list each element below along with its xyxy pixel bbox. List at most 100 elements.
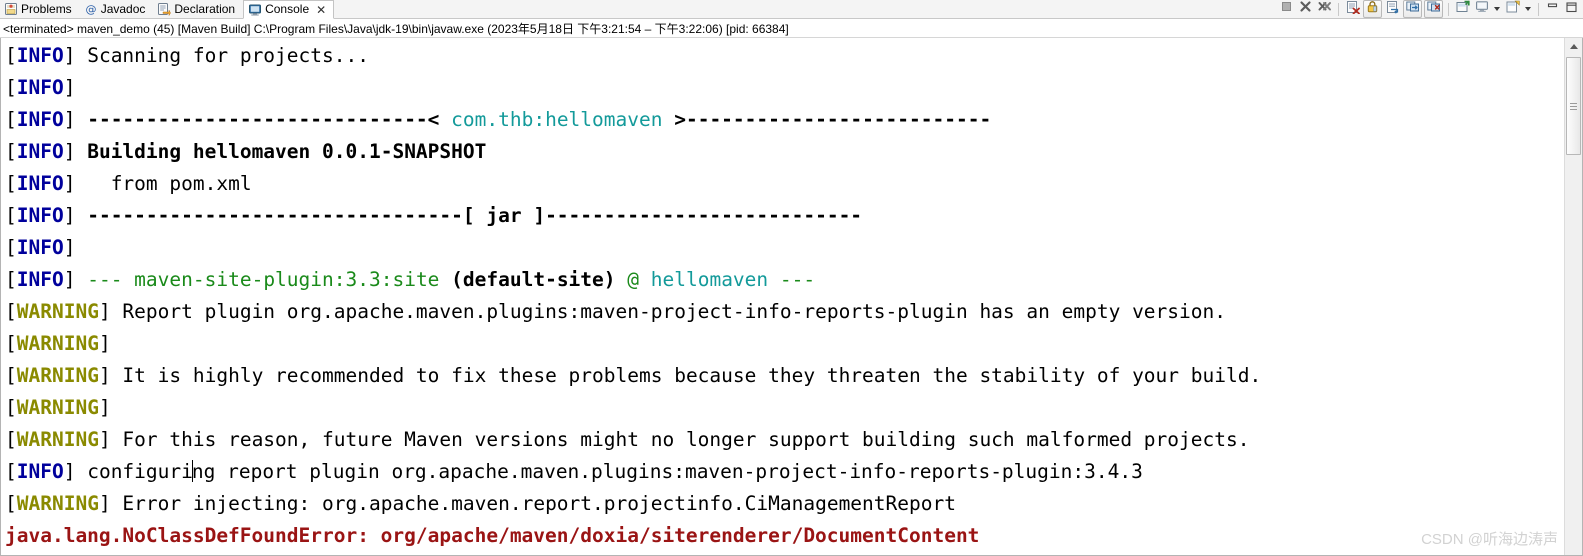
console-line-segment: ng report plugin org.apache.maven.plugin… xyxy=(191,460,1143,483)
console-line-level: WARNING xyxy=(16,332,99,355)
open-console-dropdown[interactable] xyxy=(1525,7,1531,11)
tab-declaration[interactable]: Declaration xyxy=(153,0,243,18)
console-line: [INFO] Building hellomaven 0.0.1-SNAPSHO… xyxy=(5,136,1564,168)
word-wrap-icon xyxy=(1386,0,1400,19)
console-line: [WARNING] It is highly recommended to fi… xyxy=(5,360,1564,392)
show-console-error-icon xyxy=(1426,0,1441,18)
tab-console[interactable]: Console ✕ xyxy=(243,0,335,19)
console-line: [WARNING] For this reason, future Maven … xyxy=(5,424,1564,456)
clear-console-button[interactable] xyxy=(1344,0,1361,19)
scroll-up-button[interactable] xyxy=(1565,38,1582,55)
display-selected-console-dropdown[interactable] xyxy=(1494,7,1500,11)
console-line-bracket-close: ] xyxy=(98,364,111,387)
console-line-bracket-open: [ xyxy=(5,172,17,195)
console-line-bracket-open: [ xyxy=(5,204,17,227)
remove-launch-button[interactable] xyxy=(1297,1,1314,17)
console-line-level: INFO xyxy=(16,76,64,99)
maximize-icon xyxy=(1565,0,1578,18)
console-line-segment: Building hellomaven 0.0.1-SNAPSHOT xyxy=(75,140,487,163)
console-line-bracket-open: [ xyxy=(5,108,17,131)
toolbar-separator-2 xyxy=(1448,2,1449,16)
stop-square-icon xyxy=(1280,0,1293,18)
console-text[interactable]: [INFO] Scanning for projects... [INFO] [IN… xyxy=(1,38,1564,555)
console-line-level: WARNING xyxy=(16,364,99,387)
scrollbar-grip-icon xyxy=(1570,101,1577,112)
double-x-icon xyxy=(1318,0,1332,18)
tab-javadoc-label: Javadoc xyxy=(100,1,146,16)
lock-icon xyxy=(1366,0,1379,18)
console-line-bracket-close: ] xyxy=(63,140,76,163)
console-line-level: WARNING xyxy=(16,300,99,323)
console-line-segment: (default-site) xyxy=(439,268,616,291)
console-line: [INFO] configuring report plugin org.apa… xyxy=(5,456,1564,488)
console-line-bracket-open: [ xyxy=(5,268,17,291)
console-line-segment: com.thb:hellomaven xyxy=(451,108,663,131)
console-line-segment: It is highly recommended to fix these pr… xyxy=(110,364,1262,387)
console-line-bracket-close: ] xyxy=(63,172,76,195)
console-line: [INFO] --------------------------------[… xyxy=(5,200,1564,232)
tab-problems[interactable]: Problems xyxy=(0,0,80,18)
problems-icon xyxy=(4,2,18,16)
eclipse-console-view: Problems @ Javadoc Declaration Console ✕… xyxy=(0,0,1583,556)
console-line-bracket-open: [ xyxy=(5,140,17,163)
console-line-segment: --------------------------------[ jar ]-… xyxy=(75,204,863,227)
tab-declaration-label: Declaration xyxy=(174,1,236,16)
console-line-bracket-open: [ xyxy=(5,364,17,387)
remove-all-terminated-button[interactable] xyxy=(1316,1,1333,17)
console-line-level: WARNING xyxy=(16,492,99,515)
javadoc-icon: @ xyxy=(84,2,98,16)
console-line-segment: Report plugin org.apache.maven.plugins:m… xyxy=(110,300,1226,323)
console-line: [WARNING] xyxy=(5,328,1564,360)
show-console-icon xyxy=(1405,0,1420,18)
close-icon[interactable]: ✕ xyxy=(316,4,326,16)
console-line-level: WARNING xyxy=(16,396,99,419)
console-line-bracket-close: ] xyxy=(63,204,76,227)
console-line-bracket-open: [ xyxy=(5,236,17,259)
svg-text:@: @ xyxy=(85,3,96,16)
console-line-segment: --- maven-site-plugin:3.3:site xyxy=(87,268,440,291)
terminate-button[interactable] xyxy=(1278,1,1295,17)
console-line-bracket-open: [ xyxy=(5,332,17,355)
x-icon xyxy=(1299,0,1312,18)
console-line-bracket-open: [ xyxy=(5,76,17,99)
show-console-on-output-button[interactable] xyxy=(1403,0,1422,18)
vertical-scrollbar[interactable] xyxy=(1564,38,1582,555)
console-line-bracket-close: ] xyxy=(98,428,111,451)
scrollbar-thumb[interactable] xyxy=(1566,57,1581,155)
console-line-bracket-close: ] xyxy=(63,44,76,67)
console-line-bracket-close: ] xyxy=(98,396,111,419)
console-line-bracket-open: [ xyxy=(5,460,17,483)
console-line-level: INFO xyxy=(16,268,64,291)
console-toolbar xyxy=(1278,0,1583,18)
console-line-segment: from pom.xml xyxy=(75,172,252,195)
console-line-bracket-open: [ xyxy=(5,300,17,323)
minimize-button[interactable] xyxy=(1544,1,1561,17)
console-icon xyxy=(248,3,262,17)
console-line-level: INFO xyxy=(16,140,64,163)
console-line-bracket-open: [ xyxy=(5,396,17,419)
pin-console-button[interactable] xyxy=(1454,0,1471,17)
console-line-bracket-close: ] xyxy=(63,460,76,483)
console-line-bracket-open: [ xyxy=(5,428,17,451)
show-console-on-error-button[interactable] xyxy=(1424,0,1443,18)
console-line-segment: >-------------------------- xyxy=(662,108,992,131)
console-line-segment xyxy=(75,268,87,291)
console-line: [INFO] Scanning for projects... xyxy=(5,40,1564,72)
console-line-segment: Scanning for projects... xyxy=(75,44,369,67)
clear-console-icon xyxy=(1346,0,1360,19)
tab-javadoc[interactable]: @ Javadoc xyxy=(80,0,154,18)
display-console-icon xyxy=(1475,0,1489,18)
console-line-bracket-close: ] xyxy=(98,300,111,323)
maximize-button[interactable] xyxy=(1563,1,1580,17)
launch-configuration-label: <terminated> maven_demo (45) [Maven Buil… xyxy=(0,19,1583,38)
word-wrap-button[interactable] xyxy=(1384,0,1401,19)
open-console-button[interactable] xyxy=(1504,0,1521,17)
console-line: [INFO] --- maven-site-plugin:3.3:site (d… xyxy=(5,264,1564,296)
console-line-segment: java.lang.NoClassDefFoundError: org/apac… xyxy=(5,524,980,547)
display-selected-console-button[interactable] xyxy=(1473,1,1490,17)
console-line: [WARNING] Error injecting: org.apache.ma… xyxy=(5,488,1564,520)
console-line: [WARNING] Report plugin org.apache.maven… xyxy=(5,296,1564,328)
console-line: [WARNING] xyxy=(5,392,1564,424)
scroll-lock-button[interactable] xyxy=(1363,0,1382,18)
console-line: java.lang.NoClassDefFoundError: org/apac… xyxy=(5,520,1564,552)
